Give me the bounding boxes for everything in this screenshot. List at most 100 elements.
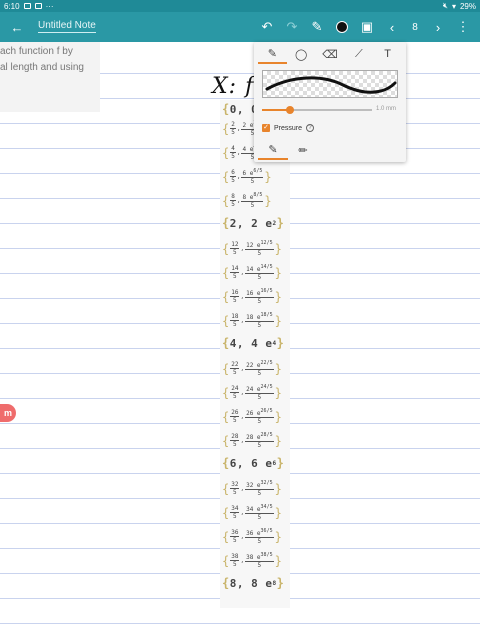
- next-page-icon[interactable]: ›: [427, 16, 449, 38]
- separator: ,: [240, 389, 245, 396]
- marker-pen-icon[interactable]: ✏: [288, 140, 318, 160]
- fraction-y: 22 e22/5 5: [245, 360, 274, 377]
- page-number[interactable]: 8: [406, 16, 424, 38]
- insert-image-icon[interactable]: ▣: [356, 16, 378, 38]
- separator: ,: [236, 197, 241, 204]
- result-row: {4, 4 e 4}: [222, 336, 284, 350]
- stroke-preview: [262, 70, 398, 98]
- open-brace: {: [222, 361, 230, 376]
- result-row: {16 5, 16 e16/5 5}: [222, 288, 282, 305]
- fraction-x: 25: [230, 121, 236, 136]
- result-row: {6, 6 e 6}: [222, 456, 284, 470]
- result-value: 8, 8 e: [229, 576, 273, 590]
- pen-type-options: ✎ ✏: [258, 140, 318, 160]
- fraction-y: 34 e34/5 5: [245, 504, 274, 521]
- fraction-y: 14 e14/5 5: [245, 264, 274, 281]
- separator: ,: [240, 557, 245, 564]
- status-bar: 6:10 ··· 🔇︎ ▾ 29%: [0, 0, 480, 12]
- fraction-x: 18 5: [230, 313, 240, 328]
- fraction-x: 45: [230, 145, 236, 160]
- computation-result: {0, 0}{25, 2 e2/55}{45, 4 e4/55}{65, 6 e…: [220, 100, 290, 608]
- open-brace: {: [222, 336, 230, 350]
- note-toolbar: ← Untitled Note ↶ ↷ ✎ ▣ ‹ 8 › ⋮: [0, 12, 480, 42]
- fraction-x: 26 5: [230, 409, 240, 424]
- eraser-tab-icon[interactable]: ⌫: [316, 44, 345, 64]
- fraction-y: 16 e16/5 5: [245, 288, 274, 305]
- result-row: {38 5, 38 e38/5 5}: [222, 552, 282, 569]
- note-title[interactable]: Untitled Note: [38, 20, 96, 33]
- open-brace: {: [222, 169, 230, 184]
- wifi-icon: ▾: [451, 1, 456, 11]
- separator: ,: [240, 509, 245, 516]
- close-brace: }: [274, 553, 282, 568]
- separator: ,: [240, 317, 245, 324]
- gallery-notification-icon: [34, 3, 42, 9]
- slider-thumb[interactable]: [285, 106, 294, 114]
- close-brace: }: [274, 505, 282, 520]
- result-row: {32 5, 32 e32/5 5}: [222, 480, 282, 497]
- fraction-x: 32 5: [230, 481, 240, 496]
- fraction-y: 6 e6/5 5: [241, 168, 264, 185]
- result-row: {8, 8 e 8}: [222, 576, 284, 590]
- open-brace: {: [222, 313, 230, 328]
- pressure-checkbox[interactable]: ✓: [262, 124, 270, 132]
- text-snippet: ach function f by al length and using: [0, 42, 100, 112]
- fraction-y: 36 e36/5 5: [245, 528, 274, 545]
- open-brace: {: [222, 216, 230, 230]
- result-value: 4, 4 e: [229, 336, 273, 350]
- mute-icon: 🔇︎: [442, 1, 448, 10]
- result-row: {22 5, 22 e22/5 5}: [222, 360, 282, 377]
- color-picker-button[interactable]: [331, 16, 353, 38]
- separator: ,: [240, 269, 245, 276]
- text-tab-icon[interactable]: T: [373, 44, 402, 64]
- pen-tool-icon[interactable]: ✎: [306, 16, 328, 38]
- pen-tab-icon[interactable]: ✎: [258, 44, 287, 64]
- result-row: {14 5, 14 e14/5 5}: [222, 264, 282, 281]
- stroke-preview-curve: [265, 76, 397, 94]
- more-notifications-icon: ···: [45, 1, 54, 11]
- fraction-y: 24 e24/5 5: [245, 384, 274, 401]
- previous-page-icon[interactable]: ‹: [381, 16, 403, 38]
- result-row: {28 5, 28 e28/5 5}: [222, 432, 282, 449]
- close-brace: }: [274, 409, 282, 424]
- fraction-x: 85: [230, 193, 236, 208]
- lasso-tab-icon[interactable]: ◯: [287, 44, 316, 64]
- close-brace: }: [276, 456, 285, 470]
- fraction-y: 26 e26/5 5: [245, 408, 274, 425]
- close-brace: }: [264, 193, 272, 208]
- pen-color-icon: [336, 21, 348, 33]
- help-icon[interactable]: ?: [306, 124, 315, 132]
- result-row: {8 5, 8 e8/5 5}: [222, 192, 272, 209]
- close-brace: }: [274, 361, 282, 376]
- fraction-y: 32 e32/5 5: [245, 480, 274, 497]
- more-options-icon[interactable]: ⋮: [452, 16, 474, 38]
- undo-icon[interactable]: ↶: [256, 16, 278, 38]
- fraction-y: 38 e38/5 5: [245, 552, 274, 569]
- close-brace: }: [274, 385, 282, 400]
- fraction-y: 28 e28/5 5: [245, 432, 274, 449]
- open-brace: {: [222, 553, 230, 568]
- back-arrow-icon[interactable]: ←: [6, 16, 28, 38]
- close-brace: }: [274, 529, 282, 544]
- open-brace: {: [222, 385, 230, 400]
- fraction-x: 65: [230, 169, 236, 184]
- open-brace: {: [222, 121, 230, 136]
- fraction-x: 16 5: [230, 289, 240, 304]
- text-line-1: ach function f by: [0, 46, 73, 57]
- redo-icon[interactable]: ↷: [281, 16, 303, 38]
- separator: ,: [240, 413, 245, 420]
- separator: ,: [240, 437, 245, 444]
- open-brace: {: [222, 576, 230, 590]
- fraction-x: 14 5: [230, 265, 240, 280]
- separator: ,: [240, 533, 245, 540]
- text-line-2: al length and using: [0, 62, 84, 73]
- line-tab-icon[interactable]: ⟋: [344, 44, 373, 64]
- pressure-option[interactable]: ✓ Pressure ?: [262, 124, 315, 132]
- status-time: 6:10: [4, 1, 20, 11]
- fountain-pen-icon[interactable]: ✎: [258, 140, 288, 160]
- stroke-size-slider[interactable]: [262, 106, 372, 114]
- result-value: 2, 2 e: [229, 216, 273, 230]
- result-row: {2, 2 e 2}: [222, 216, 284, 230]
- battery-level: 29%: [459, 1, 476, 11]
- stroke-size-label: 1.0 mm: [375, 106, 396, 112]
